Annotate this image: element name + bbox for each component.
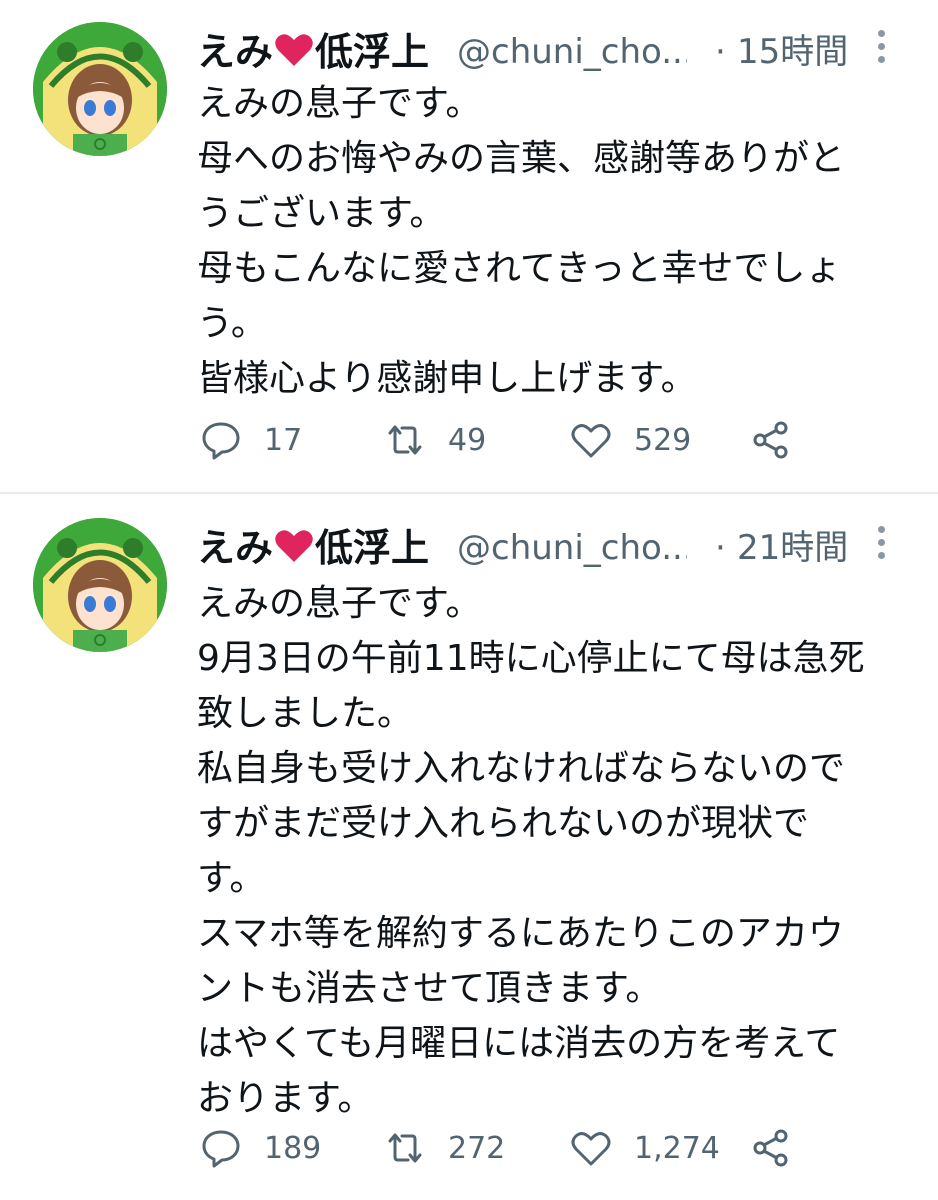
reply-icon — [202, 1130, 240, 1168]
tweet-text: えみの息子です。 母へのお悔やみの言葉、感謝等ありがと うございます。 母もこん… — [197, 76, 917, 406]
more-vertical-icon[interactable] — [875, 30, 887, 70]
like-icon — [571, 1132, 611, 1166]
reply-count: 189 — [264, 1130, 322, 1166]
tweet-text-line: 私自身も受け入れなければならないので — [197, 748, 846, 789]
separator-dot: · — [715, 32, 726, 72]
author-name-part: 低浮上 — [315, 526, 430, 570]
tweet-header: えみ 低浮上 @chuni_cho... · 21時間 — [197, 520, 917, 576]
avatar[interactable] — [33, 22, 167, 156]
reply-button[interactable]: 189 — [200, 1120, 321, 1176]
tweet-text-line: すがまだ受け入れられないのが現状で — [197, 803, 810, 844]
like-button[interactable]: 529 — [570, 412, 691, 468]
more-vertical-icon[interactable] — [875, 526, 887, 566]
tweet-timestamp[interactable]: 21時間 — [737, 524, 848, 572]
tweet-text-line: 9月3日の午前11時に心停止にて母は急死 — [197, 638, 865, 679]
tweet-text: えみの息子です。 9月3日の午前11時に心停止にて母は急死 致しました。 私自身… — [197, 576, 917, 1126]
reply-count: 17 — [264, 422, 303, 458]
avatar-image — [33, 22, 167, 156]
tweet[interactable]: えみ 低浮上 @chuni_cho... · 15時間 えみの息子です。 母へのお… — [0, 0, 938, 492]
like-count: 529 — [634, 422, 692, 458]
tweet-text-line: スマホ等を解約するにあたりこのアカウ — [197, 913, 844, 954]
reply-button[interactable]: 17 — [200, 412, 302, 468]
tweet-actions: 17 49 529 — [200, 412, 920, 468]
retweet-icon — [388, 1133, 422, 1163]
retweet-count: 49 — [448, 422, 487, 458]
author-name-part: えみ — [197, 30, 274, 74]
share-icon — [753, 1129, 788, 1167]
separator-dot: · — [715, 528, 726, 568]
author-handle[interactable]: @chuni_cho... — [457, 524, 687, 572]
retweet-button[interactable]: 272 — [384, 1120, 505, 1176]
tweet-text-line: う。 — [197, 303, 267, 344]
tweet-text-line: 皆様心より感謝申し上げます。 — [197, 358, 697, 399]
heart-emoji-icon — [275, 530, 313, 562]
retweet-icon — [388, 425, 422, 455]
tweet-text-line: えみの息子です。 — [197, 583, 482, 624]
avatar[interactable] — [33, 518, 167, 652]
retweet-count: 272 — [448, 1130, 506, 1166]
author-name-part: えみ — [197, 526, 274, 570]
like-button[interactable]: 1,274 — [570, 1120, 720, 1176]
tweet-text-line: 母へのお悔やみの言葉、感謝等ありがと — [197, 138, 846, 179]
tweet-timestamp[interactable]: 15時間 — [737, 28, 848, 76]
tweet-text-line: はやくても月曜日には消去の方を考えて — [197, 1023, 841, 1064]
tweet-text-line: うございます。 — [197, 193, 446, 234]
share-button[interactable] — [750, 412, 792, 468]
author-name[interactable]: えみ 低浮上 — [197, 28, 429, 76]
tweet-text-line: ントも消去させて頂きます。 — [197, 968, 662, 1009]
author-name-part: 低浮上 — [315, 30, 430, 74]
share-button[interactable] — [750, 1120, 792, 1176]
avatar-image — [33, 518, 167, 652]
tweet-actions: 189 272 1,274 — [200, 1120, 920, 1176]
tweet-text-line: 致しました。 — [197, 693, 414, 734]
tweet[interactable]: えみ 低浮上 @chuni_cho... · 21時間 えみの息子です。 9月3日… — [0, 494, 938, 1200]
author-handle[interactable]: @chuni_cho... — [457, 28, 687, 76]
author-name[interactable]: えみ 低浮上 — [197, 524, 429, 572]
tweet-text-line: えみの息子です。 — [197, 83, 482, 124]
share-icon — [753, 421, 788, 459]
retweet-button[interactable]: 49 — [384, 412, 486, 468]
tweet-header: えみ 低浮上 @chuni_cho... · 15時間 — [197, 24, 917, 80]
tweet-text-line: おります。 — [197, 1078, 374, 1119]
like-icon — [571, 424, 611, 458]
like-count: 1,274 — [634, 1130, 720, 1166]
reply-icon — [202, 422, 240, 460]
tweet-text-line: 母もこんなに愛されてきっと幸せでしょ — [197, 248, 842, 289]
tweet-text-line: す。 — [197, 858, 266, 899]
heart-emoji-icon — [275, 34, 313, 66]
